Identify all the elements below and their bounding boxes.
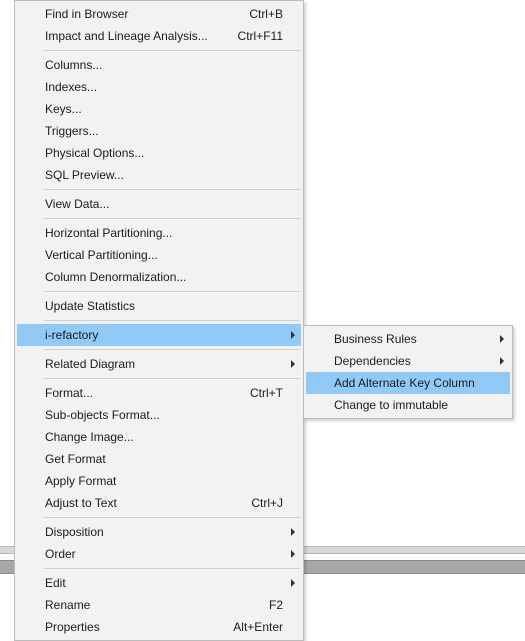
app-canvas: Find in Browser Ctrl+B Impact and Lineage … bbox=[0, 0, 525, 641]
menu-item-label: Business Rules bbox=[334, 332, 492, 346]
menu-item-label: Get Format bbox=[45, 452, 283, 466]
menu-item-label: SQL Preview... bbox=[45, 168, 283, 182]
menu-item-label: View Data... bbox=[45, 197, 283, 211]
menu-item-label: Related Diagram bbox=[45, 357, 283, 371]
menu-item-label: Edit bbox=[45, 576, 283, 590]
item-change-image[interactable]: Change Image... bbox=[17, 426, 301, 448]
item-indexes[interactable]: Indexes... bbox=[17, 76, 301, 98]
menu-item-label: Rename bbox=[45, 598, 257, 612]
chevron-right-icon bbox=[291, 528, 295, 536]
menu-separator bbox=[44, 349, 300, 350]
chevron-right-icon bbox=[500, 357, 504, 365]
item-order[interactable]: Order bbox=[17, 543, 301, 565]
menu-item-label: Order bbox=[45, 547, 283, 561]
menu-item-label: Find in Browser bbox=[45, 7, 237, 21]
item-vertical-partitioning[interactable]: Vertical Partitioning... bbox=[17, 244, 301, 266]
menu-item-shortcut: Alt+Enter bbox=[233, 620, 283, 634]
item-column-denormalization[interactable]: Column Denormalization... bbox=[17, 266, 301, 288]
menu-separator bbox=[44, 291, 300, 292]
menu-item-label: Indexes... bbox=[45, 80, 283, 94]
item-view-data[interactable]: View Data... bbox=[17, 193, 301, 215]
item-apply-format[interactable]: Apply Format bbox=[17, 470, 301, 492]
item-properties[interactable]: Properties Alt+Enter bbox=[17, 616, 301, 638]
menu-item-label: Keys... bbox=[45, 102, 283, 116]
subitem-change-to-immutable[interactable]: Change to immutable bbox=[306, 394, 510, 416]
item-adjust-to-text[interactable]: Adjust to Text Ctrl+J bbox=[17, 492, 301, 514]
item-physical-options[interactable]: Physical Options... bbox=[17, 142, 301, 164]
menu-item-label: Change Image... bbox=[45, 430, 283, 444]
item-related-diagram[interactable]: Related Diagram bbox=[17, 353, 301, 375]
chevron-right-icon bbox=[291, 360, 295, 368]
item-keys[interactable]: Keys... bbox=[17, 98, 301, 120]
chevron-right-icon bbox=[291, 331, 295, 339]
item-get-format[interactable]: Get Format bbox=[17, 448, 301, 470]
chevron-right-icon bbox=[291, 579, 295, 587]
menu-item-label: Triggers... bbox=[45, 124, 283, 138]
menu-separator bbox=[44, 517, 300, 518]
menu-item-label: Physical Options... bbox=[45, 146, 283, 160]
menu-item-label: Apply Format bbox=[45, 474, 283, 488]
item-i-refactory[interactable]: i-refactory bbox=[17, 324, 301, 346]
menu-item-label: i-refactory bbox=[45, 328, 283, 342]
menu-item-label: Properties bbox=[45, 620, 221, 634]
menu-item-label: Horizontal Partitioning... bbox=[45, 226, 283, 240]
item-horizontal-partitioning[interactable]: Horizontal Partitioning... bbox=[17, 222, 301, 244]
menu-item-label: Dependencies bbox=[334, 354, 492, 368]
menu-separator bbox=[44, 189, 300, 190]
chevron-right-icon bbox=[500, 335, 504, 343]
menu-item-label: Impact and Lineage Analysis... bbox=[45, 29, 226, 43]
menu-separator bbox=[44, 378, 300, 379]
menu-item-label: Add Alternate Key Column bbox=[334, 376, 492, 390]
item-edit[interactable]: Edit bbox=[17, 572, 301, 594]
menu-item-label: Update Statistics bbox=[45, 299, 283, 313]
item-rename[interactable]: Rename F2 bbox=[17, 594, 301, 616]
menu-item-shortcut: Ctrl+F11 bbox=[238, 29, 283, 43]
subitem-dependencies[interactable]: Dependencies bbox=[306, 350, 510, 372]
item-impact-lineage[interactable]: Impact and Lineage Analysis... Ctrl+F11 bbox=[17, 25, 301, 47]
item-find-in-browser[interactable]: Find in Browser Ctrl+B bbox=[17, 3, 301, 25]
item-format[interactable]: Format... Ctrl+T bbox=[17, 382, 301, 404]
menu-item-label: Change to immutable bbox=[334, 398, 492, 412]
menu-separator bbox=[44, 320, 300, 321]
menu-item-label: Column Denormalization... bbox=[45, 270, 283, 284]
chevron-right-icon bbox=[291, 550, 295, 558]
menu-item-shortcut: Ctrl+J bbox=[251, 496, 283, 510]
menu-separator bbox=[44, 50, 300, 51]
item-update-statistics[interactable]: Update Statistics bbox=[17, 295, 301, 317]
submenu-i-refactory: Business Rules Dependencies Add Alternate … bbox=[303, 325, 513, 419]
menu-separator bbox=[44, 568, 300, 569]
item-triggers[interactable]: Triggers... bbox=[17, 120, 301, 142]
item-sql-preview[interactable]: SQL Preview... bbox=[17, 164, 301, 186]
context-menu: Find in Browser Ctrl+B Impact and Lineage … bbox=[14, 0, 304, 641]
menu-separator bbox=[44, 218, 300, 219]
menu-item-shortcut: Ctrl+B bbox=[249, 7, 283, 21]
menu-item-label: Sub-objects Format... bbox=[45, 408, 283, 422]
menu-item-shortcut: F2 bbox=[269, 598, 283, 612]
menu-item-label: Adjust to Text bbox=[45, 496, 239, 510]
subitem-add-alternate-key-column[interactable]: Add Alternate Key Column bbox=[306, 372, 510, 394]
menu-item-label: Disposition bbox=[45, 525, 283, 539]
menu-item-label: Format... bbox=[45, 386, 238, 400]
item-subobjects-format[interactable]: Sub-objects Format... bbox=[17, 404, 301, 426]
item-disposition[interactable]: Disposition bbox=[17, 521, 301, 543]
menu-item-label: Vertical Partitioning... bbox=[45, 248, 283, 262]
item-columns[interactable]: Columns... bbox=[17, 54, 301, 76]
subitem-business-rules[interactable]: Business Rules bbox=[306, 328, 510, 350]
menu-item-shortcut: Ctrl+T bbox=[250, 386, 283, 400]
menu-item-label: Columns... bbox=[45, 58, 283, 72]
